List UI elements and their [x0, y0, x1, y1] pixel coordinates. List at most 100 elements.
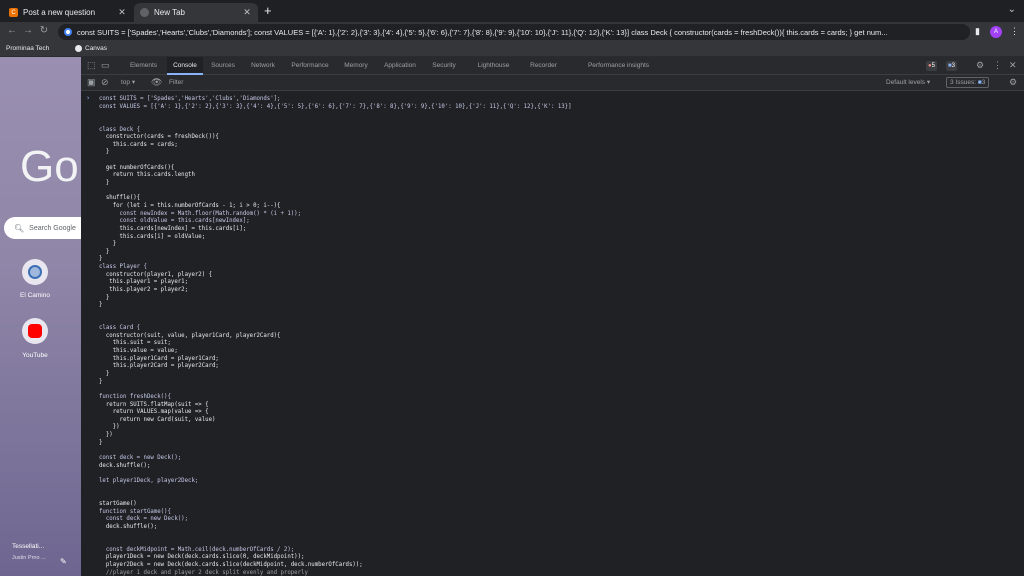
console-line: this.player2 = player2;	[99, 286, 189, 293]
console-line: class Deck {	[99, 126, 141, 133]
shortcut-el-camino[interactable]	[22, 259, 48, 285]
tab-performance-insights[interactable]: Performance insights	[576, 57, 661, 74]
filter-input[interactable]: Filter	[167, 77, 867, 88]
pencil-icon[interactable]: ✎	[60, 557, 67, 566]
devtools-tabbar: ⬚ ▭ Elements Console Sources Network Per…	[81, 57, 1024, 75]
console-line: constructor(player1, player2) {	[99, 271, 212, 278]
devtools-panel: ⬚ ▭ Elements Console Sources Network Per…	[81, 57, 1024, 576]
console-line: this.player1 = player1;	[99, 279, 189, 286]
gear-icon[interactable]: ⚙	[1009, 77, 1017, 88]
tab-elements[interactable]: Elements	[121, 57, 166, 74]
tab-recorder[interactable]: Recorder	[521, 57, 566, 74]
chevron-down-icon[interactable]: ⌄	[1008, 4, 1016, 15]
address-bar[interactable]: const SUITS = ['Spades','Hearts','Clubs'…	[58, 24, 970, 40]
console-line: }	[99, 439, 103, 446]
console-line: }	[99, 371, 110, 377]
console-line: })	[99, 424, 120, 431]
levels-dropdown[interactable]: Default levels ▾	[886, 78, 930, 86]
chrome-icon	[140, 8, 149, 17]
forward-icon[interactable]: →	[22, 25, 34, 36]
customize-profile-name[interactable]: Tessellati...	[12, 543, 44, 550]
tab-new-tab[interactable]: New Tab ✕	[134, 3, 258, 22]
tab-post-question[interactable]: C Post a new question ✕	[3, 3, 133, 22]
gear-icon[interactable]: ⚙	[976, 60, 984, 71]
console-line: let player1Deck, player2Deck;	[99, 477, 199, 484]
console-line: const deck = new Deck();	[99, 516, 189, 523]
console-line: shuffle(){	[99, 195, 141, 202]
console-line: const deck = new Deck();	[99, 455, 182, 462]
console-line: }	[99, 241, 117, 248]
device-toolbar-icon[interactable]: ▭	[101, 60, 110, 71]
tab-performance[interactable]: Performance	[284, 57, 336, 74]
console-line: get numberOfCards(){	[99, 164, 175, 171]
console-line: for (let i = this.numberOfCards - 1; i >…	[99, 202, 281, 209]
inspect-icon[interactable]: ⬚	[87, 60, 96, 71]
youtube-icon	[28, 324, 42, 338]
console-line: class Card {	[99, 325, 141, 332]
console-line: return this.cards.length	[99, 172, 195, 179]
errors-badge[interactable]: ● 5	[926, 61, 937, 71]
close-icon[interactable]: ✕	[117, 7, 127, 18]
bookmark-item[interactable]: Prominaa Tech	[6, 45, 49, 52]
console-line: this.suit = suit;	[99, 340, 171, 347]
sidepanel-icon[interactable]: ▮	[975, 26, 980, 37]
context-selector[interactable]: top ▾	[121, 78, 135, 86]
console-line: deck.shuffle();	[99, 523, 158, 530]
eye-icon[interactable]: 👁︎	[151, 77, 162, 88]
new-tab-page: Go 🔍︎ Search Google El Camino YouTube Te…	[0, 57, 81, 576]
more-icon[interactable]: ⋮	[993, 60, 1002, 71]
warnings-badge[interactable]: ■ 3	[946, 61, 957, 71]
address-text: const SUITS = ['Spades','Hearts','Clubs'…	[77, 27, 888, 37]
console-line: class Player {	[99, 264, 147, 271]
google-icon	[64, 28, 72, 36]
google-logo: Go	[20, 142, 79, 191]
customize-profile-sub: Justin Prno ...	[12, 555, 46, 561]
bookmark-item[interactable]: Canvas	[75, 45, 107, 52]
browser-toolbar: ← → ↻ const SUITS = ['Spades','Hearts','…	[0, 22, 1024, 42]
console-line: startGame()	[99, 500, 137, 507]
tab-application[interactable]: Application	[376, 57, 424, 74]
chegg-icon: C	[9, 8, 18, 17]
console-line: player1Deck = new Deck(deck.cards.slice(…	[99, 554, 305, 561]
console-line: }	[99, 378, 103, 385]
console-line: function freshDeck(){	[99, 393, 171, 400]
console-line: this.cards[i] = oldValue;	[99, 233, 206, 240]
console-line: const SUITS = ['Spades','Hearts','Clubs'…	[99, 96, 281, 102]
menu-icon[interactable]: ⋮	[1010, 26, 1019, 37]
tab-lighthouse[interactable]: Lighthouse	[471, 57, 516, 74]
console-line: const VALUES = [{'A': 1},{'2': 2},{'3': …	[99, 103, 572, 110]
tab-title: Post a new question	[23, 8, 96, 17]
reload-icon[interactable]: ↻	[38, 25, 50, 36]
console-line: })	[99, 432, 113, 439]
console-line: this.player1Card = player1Card;	[99, 355, 219, 362]
new-tab-button[interactable]: +	[264, 4, 272, 18]
console-line: this.value = value;	[99, 348, 178, 355]
tab-security[interactable]: Security	[426, 57, 462, 74]
console-output[interactable]: › const SUITS = ['Spades','Hearts','Club…	[81, 92, 1024, 576]
el-camino-icon	[28, 265, 42, 279]
tab-memory[interactable]: Memory	[338, 57, 374, 74]
avatar[interactable]: A	[990, 26, 1002, 38]
tab-network[interactable]: Network	[244, 57, 282, 74]
search-input[interactable]: 🔍︎ Search Google	[4, 217, 81, 239]
console-line: return new Card(suit, value)	[99, 416, 216, 423]
tab-title: New Tab	[154, 8, 185, 17]
back-icon[interactable]: ←	[6, 25, 18, 36]
console-line: this.player2Card = player2Card;	[99, 363, 219, 370]
shortcut-label: YouTube	[22, 352, 48, 359]
chevron-right-icon: ›	[86, 94, 91, 102]
console-line: constructor(cards = freshDeck()){	[99, 134, 219, 141]
console-line: function startGame(){	[99, 508, 171, 515]
close-icon[interactable]: ✕	[242, 7, 252, 18]
shortcut-youtube[interactable]	[22, 318, 48, 344]
console-line: const newIndex = Math.floor(Math.random(…	[99, 210, 302, 217]
console-line: }	[99, 302, 103, 309]
issues-button[interactable]: 3 Issues: ■3	[946, 77, 990, 88]
sidebar-icon[interactable]: ▣	[87, 77, 96, 88]
close-icon[interactable]: ✕	[1009, 60, 1017, 71]
tab-sources[interactable]: Sources	[204, 57, 242, 74]
tab-console[interactable]: Console	[167, 57, 203, 75]
shortcut-label: El Camino	[20, 292, 50, 299]
console-line: const deckMidpoint = Math.ceil(deck.numb…	[99, 546, 295, 553]
clear-console-icon[interactable]: ⊘	[101, 77, 109, 88]
